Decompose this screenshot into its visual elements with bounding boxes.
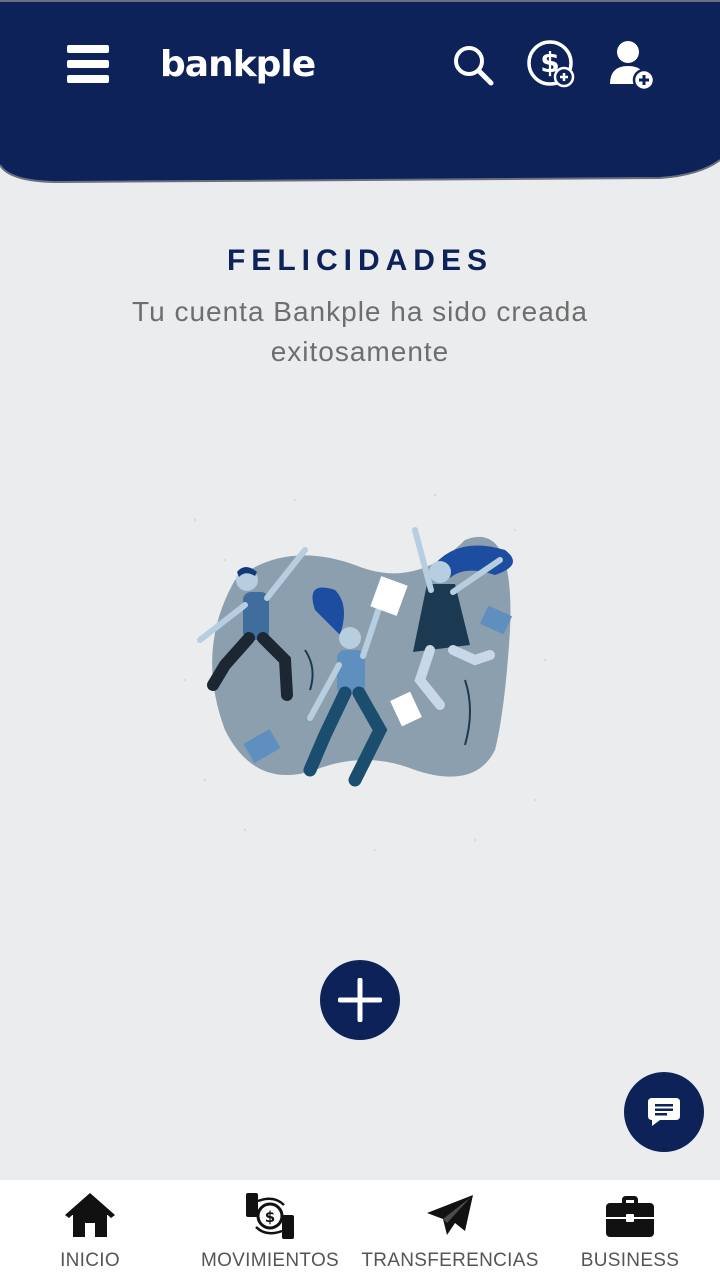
chat-icon [648, 1098, 680, 1126]
bottom-navigation: INICIO $ MOVIMIENTOS TRANSFERENCIAS BUSI… [0, 1180, 720, 1280]
add-button[interactable] [320, 960, 400, 1040]
nav-label-business: BUSINESS [580, 1250, 680, 1271]
header-background [0, 0, 720, 184]
plus-icon [338, 978, 382, 1022]
money-exchange-icon: $ [246, 1193, 294, 1239]
page-subtitle: Tu cuenta Bankple ha sido creada exitosa… [132, 296, 588, 367]
nav-label-movimientos: MOVIMIENTOS [200, 1250, 340, 1271]
briefcase-icon [606, 1196, 654, 1237]
search-icon [454, 46, 494, 86]
nav-item-business[interactable]: BUSINESS [540, 1180, 720, 1280]
hamburger-icon [67, 45, 109, 83]
menu-button[interactable] [62, 40, 114, 88]
nav-label-transferencias: TRANSFERENCIAS [361, 1250, 539, 1271]
app-header: bankple $ [0, 0, 720, 185]
page-title: FELICIDADES [226, 244, 493, 277]
add-user-button[interactable] [606, 38, 658, 92]
svg-text:$: $ [265, 1208, 275, 1226]
add-funds-button[interactable]: $ [525, 38, 579, 92]
nav-item-movimientos[interactable]: $ MOVIMIENTOS [180, 1180, 360, 1280]
nav-label-inicio: INICIO [60, 1250, 120, 1271]
nav-item-inicio[interactable]: INICIO [0, 1180, 180, 1280]
search-button[interactable] [448, 40, 498, 90]
brand-logo[interactable]: bankple [160, 38, 316, 90]
user-add-icon [610, 41, 656, 90]
dollar-add-icon: $ [527, 40, 575, 88]
home-icon [65, 1193, 115, 1237]
celebration-illustration [175, 480, 555, 860]
chat-button[interactable] [624, 1072, 704, 1152]
brand-name: bankple [160, 43, 316, 85]
paper-plane-icon [427, 1195, 473, 1235]
nav-item-transferencias[interactable]: TRANSFERENCIAS [360, 1180, 540, 1280]
